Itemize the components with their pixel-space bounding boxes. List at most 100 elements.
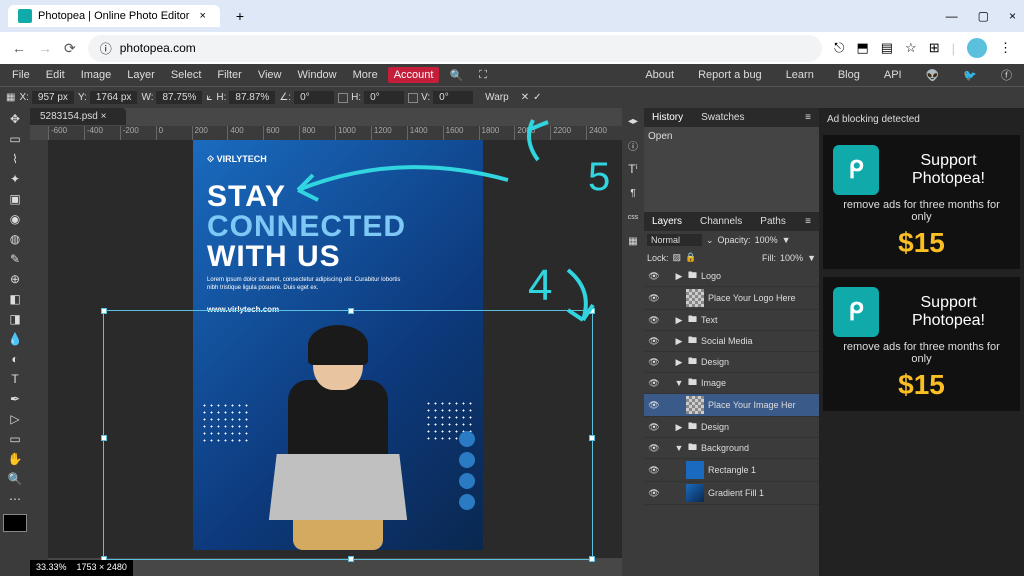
warp-button[interactable]: Warp: [485, 92, 509, 103]
x-input[interactable]: 957 px: [32, 91, 74, 104]
menu-image[interactable]: Image: [75, 67, 118, 83]
layer-row[interactable]: 👁Gradient Fill 1: [644, 482, 819, 505]
angle-input[interactable]: 0°: [294, 91, 334, 104]
zoom-tool[interactable]: 🔍: [3, 470, 27, 488]
layer-row[interactable]: 👁▼🖿Image: [644, 373, 819, 394]
handle-top-right[interactable]: [589, 308, 595, 314]
zoom-level[interactable]: 33.33%: [36, 562, 67, 574]
w-input[interactable]: 87.75%: [156, 91, 202, 104]
fill-input[interactable]: 100%: [780, 253, 803, 263]
dodge-tool[interactable]: ◐: [3, 350, 27, 368]
h-skew-check[interactable]: [338, 93, 348, 103]
gradient-tool[interactable]: ◨: [3, 310, 27, 328]
visibility-icon[interactable]: 👁: [648, 465, 660, 476]
back-button[interactable]: ←: [12, 40, 26, 56]
search-icon[interactable]: 🔍: [443, 67, 469, 84]
layer-list[interactable]: 👁▶🖿Logo👁Place Your Logo Here👁▶🖿Text👁▶🖿So…: [644, 266, 819, 576]
support-ad-2[interactable]: ᑭ Support Photopea! remove ads for three…: [823, 277, 1020, 411]
collapse-panel-icon[interactable]: ◂▸: [628, 112, 638, 130]
layer-row[interactable]: 👁▶🖿Social Media: [644, 331, 819, 352]
translate-icon[interactable]: ⎋: [834, 40, 844, 56]
link-report[interactable]: Report a bug: [692, 67, 768, 83]
menu-more[interactable]: More: [347, 67, 384, 83]
handle-bottom[interactable]: [348, 556, 354, 562]
marquee-tool[interactable]: ▭: [3, 130, 27, 148]
wand-tool[interactable]: ✦: [3, 170, 27, 188]
layer-row[interactable]: 👁Place Your Image Her: [644, 394, 819, 417]
visibility-icon[interactable]: 👁: [648, 422, 660, 433]
link-learn[interactable]: Learn: [780, 67, 820, 83]
visibility-icon[interactable]: 👁: [648, 315, 660, 326]
visibility-icon[interactable]: 👁: [648, 336, 660, 347]
visibility-icon[interactable]: 👁: [648, 443, 660, 454]
link-blog[interactable]: Blog: [832, 67, 866, 83]
type-tool[interactable]: T: [3, 370, 27, 388]
panel-menu-icon[interactable]: ≡: [801, 214, 815, 229]
lock-transparency-icon[interactable]: ▨: [673, 252, 682, 263]
handle-bottom-right[interactable]: [589, 556, 595, 562]
panel-menu-icon[interactable]: ≡: [801, 110, 815, 125]
tab-paths[interactable]: Paths: [756, 214, 790, 229]
opacity-input[interactable]: 100%: [755, 235, 778, 245]
visibility-icon[interactable]: 👁: [648, 271, 660, 282]
menu-select[interactable]: Select: [165, 67, 208, 83]
transform-bounding-box[interactable]: [103, 310, 593, 560]
link-about[interactable]: About: [639, 67, 680, 83]
crop-tool[interactable]: ▣: [3, 190, 27, 208]
fullscreen-icon[interactable]: ⛶: [473, 67, 493, 84]
transform-icon[interactable]: ▦: [6, 92, 15, 103]
menu-icon[interactable]: ⋮: [999, 40, 1012, 56]
h-input[interactable]: 87.87%: [229, 91, 275, 104]
tab-layers[interactable]: Layers: [648, 214, 686, 229]
visibility-icon[interactable]: 👁: [648, 357, 660, 368]
address-bar[interactable]: ⓘ photopea.com: [88, 35, 822, 62]
browser-tab[interactable]: Photopea | Online Photo Editor ×: [8, 5, 220, 27]
layer-row[interactable]: 👁Rectangle 1: [644, 459, 819, 482]
lasso-tool[interactable]: ⌇: [3, 150, 27, 168]
extensions-icon[interactable]: ⊞: [929, 40, 940, 56]
v-skew-check[interactable]: [408, 93, 418, 103]
shape-tool[interactable]: ▭: [3, 430, 27, 448]
commit-transform-icon[interactable]: ✓: [533, 92, 541, 103]
bookmark-icon[interactable]: ☆: [905, 40, 917, 56]
close-tab-icon[interactable]: ×: [195, 10, 209, 22]
maximize-icon[interactable]: ▢: [978, 9, 989, 23]
layer-row[interactable]: 👁▶🖿Text: [644, 310, 819, 331]
path-tool[interactable]: ▷: [3, 410, 27, 428]
site-info-icon[interactable]: ⓘ: [100, 40, 112, 57]
menu-window[interactable]: Window: [292, 67, 343, 83]
history-item[interactable]: Open: [648, 131, 815, 142]
pen-tool[interactable]: ✒: [3, 390, 27, 408]
twitter-icon[interactable]: 🐦: [957, 67, 983, 84]
hskew-input[interactable]: 0°: [364, 91, 404, 104]
tab-swatches[interactable]: Swatches: [697, 110, 748, 125]
handle-top-left[interactable]: [101, 308, 107, 314]
new-tab-button[interactable]: +: [228, 4, 252, 28]
visibility-icon[interactable]: 👁: [648, 293, 660, 304]
close-window-icon[interactable]: ×: [1009, 9, 1016, 23]
forward-button[interactable]: →: [38, 40, 52, 56]
visibility-icon[interactable]: 👁: [648, 400, 660, 411]
reddit-icon[interactable]: 👽: [920, 67, 946, 84]
hand-tool[interactable]: ✋: [3, 450, 27, 468]
layer-row[interactable]: 👁▶🖿Design: [644, 352, 819, 373]
vskew-input[interactable]: 0°: [433, 91, 473, 104]
menu-filter[interactable]: Filter: [211, 67, 247, 83]
handle-top[interactable]: [348, 308, 354, 314]
canvas-area[interactable]: 5283154.psd × -600-400-20002004006008001…: [30, 108, 622, 576]
close-doc-icon[interactable]: ×: [101, 111, 107, 122]
support-ad-1[interactable]: ᑭ Support Photopea! remove ads for three…: [823, 135, 1020, 269]
layer-row[interactable]: 👁▼🖿Background: [644, 438, 819, 459]
blur-tool[interactable]: 💧: [3, 330, 27, 348]
stamp-tool[interactable]: ⊕: [3, 270, 27, 288]
history-panel[interactable]: Open: [644, 127, 819, 212]
reload-button[interactable]: ⟳: [64, 40, 76, 57]
facebook-icon[interactable]: ⓕ: [995, 65, 1018, 85]
y-input[interactable]: 1764 px: [90, 91, 138, 104]
more-tools[interactable]: ⋯: [3, 490, 27, 508]
menu-edit[interactable]: Edit: [40, 67, 71, 83]
link-api[interactable]: API: [878, 67, 908, 83]
heal-tool[interactable]: ◍: [3, 230, 27, 248]
minimize-icon[interactable]: —: [946, 9, 958, 23]
tab-channels[interactable]: Channels: [696, 214, 746, 229]
